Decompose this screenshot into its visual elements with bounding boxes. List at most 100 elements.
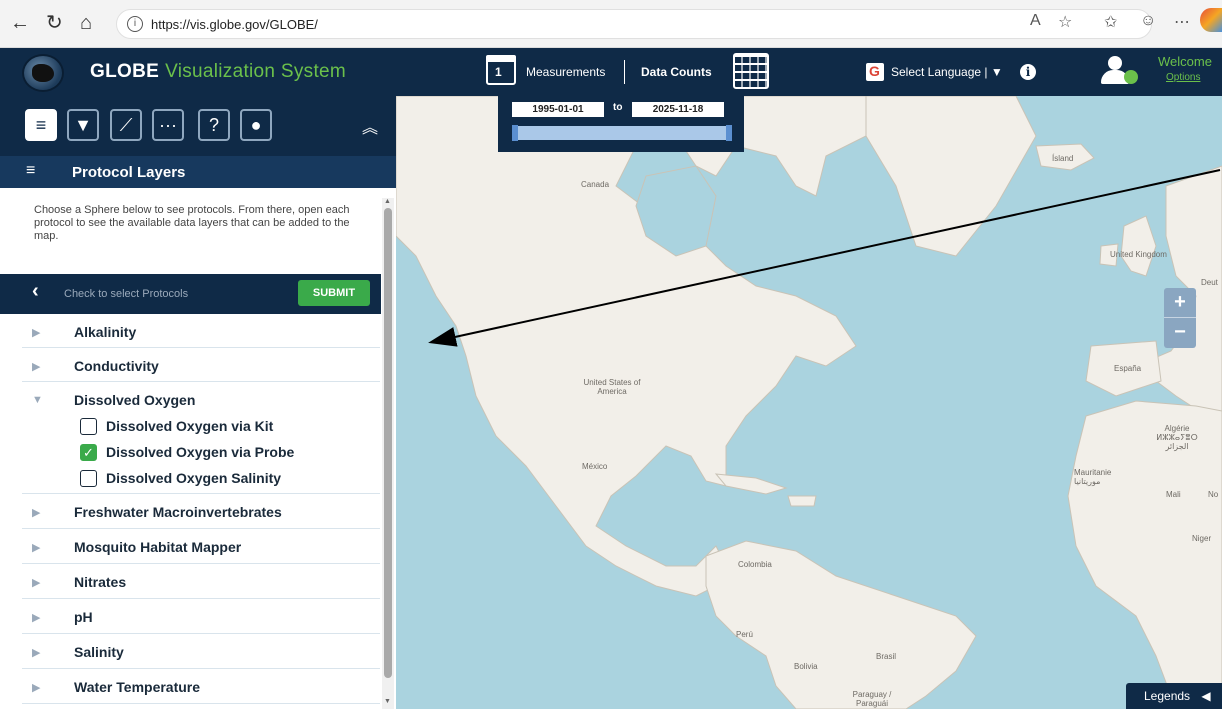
protocol-row-ph[interactable]: ▶ pH [22, 599, 380, 634]
sidebar-toolbar: ≡ ▼ ⟋ ··· ? ● ︽ [0, 96, 396, 156]
scroll-thumb[interactable] [384, 208, 392, 678]
basemap [396, 96, 1222, 709]
checkbox-probe-checked[interactable]: ✓ [80, 444, 97, 461]
protocol-row-alkalinity[interactable]: ▶ Alkalinity [22, 314, 380, 348]
data-counts-link[interactable]: Data Counts [641, 65, 712, 79]
date-to-label: to [613, 102, 623, 113]
measurements-link[interactable]: Measurements [526, 65, 605, 79]
submit-button[interactable]: SUBMIT [298, 280, 370, 306]
map-label-algerie: Algérie ⵍⵣⵣⴰⵢⴻⵔ الجزائر [1156, 424, 1198, 451]
map-label-colombia: Colombia [738, 560, 772, 569]
calendar-icon[interactable]: 1 [486, 55, 516, 85]
date-from-field[interactable]: 1995-01-01 [512, 102, 604, 117]
intro-text: Choose a Sphere below to see protocols. … [34, 204, 350, 242]
checkbox-salinity[interactable] [80, 470, 97, 487]
more-icon[interactable]: ⋯ [1174, 12, 1190, 32]
map-label-deut: Deut [1201, 278, 1218, 287]
checkbox-kit[interactable] [80, 418, 97, 435]
legends-label: Legends [1144, 689, 1191, 703]
user-settings-icon[interactable]: ● [240, 109, 272, 141]
home-icon[interactable]: ⌂ [80, 11, 92, 35]
map-label-niger: Niger [1192, 534, 1212, 543]
zoom-in-button[interactable]: + [1164, 288, 1196, 318]
options-link[interactable]: Options [1166, 72, 1200, 83]
header-divider [624, 60, 625, 84]
site-info-icon[interactable]: i [127, 16, 143, 32]
collapse-icon[interactable]: ︽ [362, 114, 378, 138]
scroll-up-icon[interactable]: ▲ [384, 198, 391, 205]
expand-arrow-icon[interactable]: ▶ [32, 646, 40, 659]
protocol-hint: Check to select Protocols [64, 288, 189, 300]
back-chevron-icon[interactable]: ‹ [32, 280, 39, 303]
land-hispaniola [787, 495, 817, 507]
sidebar-scrollbar[interactable]: ▲ ▼ [382, 198, 394, 709]
expand-arrow-icon[interactable]: ▶ [32, 506, 40, 519]
map-view[interactable]: Canada Ísland United Kingdom Deut United… [396, 96, 1222, 709]
map-label-uk: United Kingdom [1110, 250, 1167, 259]
sub-protocol-label: Dissolved Oxygen via Probe [106, 444, 295, 460]
scroll-down-icon[interactable]: ▼ [384, 698, 391, 705]
protocol-row-nitrates[interactable]: ▶ Nitrates [22, 564, 380, 599]
land-greenland [865, 96, 1037, 257]
layers-icon[interactable]: ≡ [25, 109, 57, 141]
expand-arrow-icon[interactable]: ▶ [32, 681, 40, 694]
expand-arrow-icon[interactable]: ▶ [32, 576, 40, 589]
read-aloud-icon[interactable]: A [1030, 12, 1041, 30]
date-to-field[interactable]: 2025-11-18 [632, 102, 724, 117]
protocol-row-freshwater-macroinvertebrates[interactable]: ▶ Freshwater Macroinvertebrates [22, 494, 380, 529]
user-icon[interactable] [1098, 56, 1138, 88]
sub-protocol-label: Dissolved Oxygen Salinity [106, 470, 282, 486]
more-tools-icon[interactable]: ··· [152, 109, 184, 141]
language-select[interactable]: Select Language | ▼ [891, 65, 1003, 79]
chart-icon[interactable]: ⟋ [110, 109, 142, 141]
brand-subtitle: Visualization System [165, 61, 347, 82]
welcome-text: Welcome [1158, 54, 1212, 69]
protocol-select-bar: ‹ Check to select Protocols SUBMIT [0, 274, 381, 314]
profile-icon[interactable]: ☺ [1140, 12, 1156, 30]
expand-arrow-icon[interactable]: ▶ [32, 541, 40, 554]
map-label-mali: Mali [1166, 490, 1181, 499]
map-label-island: Ísland [1052, 154, 1074, 163]
legends-button[interactable]: Legends ◀ [1126, 683, 1222, 709]
edge-copilot-icon[interactable] [1200, 8, 1222, 32]
expand-arrow-icon[interactable]: ▶ [32, 611, 40, 624]
caret-left-icon: ◀ [1201, 689, 1211, 703]
collapse-arrow-icon[interactable]: ▼ [32, 394, 43, 406]
protocol-label: pH [74, 609, 93, 625]
app-header: GLOBE Visualization System 1 Measurements… [0, 48, 1222, 96]
map-label-peru: Perú [736, 630, 753, 639]
land-africa [1067, 400, 1222, 709]
favorites-bar-icon[interactable]: ✩ [1104, 12, 1117, 32]
help-icon[interactable]: ? [198, 109, 230, 141]
protocol-label: Conductivity [74, 358, 159, 374]
slider-start-handle[interactable] [512, 125, 518, 141]
protocol-row-conductivity[interactable]: ▶ Conductivity [22, 348, 380, 382]
google-translate-icon[interactable] [866, 63, 884, 81]
map-label-usa: United States of America [583, 378, 641, 396]
filter-icon[interactable]: ▼ [67, 109, 99, 141]
protocol-row-water-temperature[interactable]: ▶ Water Temperature [22, 669, 380, 704]
map-label-espana: España [1114, 364, 1142, 373]
back-icon[interactable]: ← [10, 11, 30, 35]
protocol-label: Alkalinity [74, 324, 137, 340]
zoom-out-button[interactable]: − [1164, 318, 1196, 348]
protocol-row-salinity[interactable]: ▶ Salinity [22, 634, 380, 669]
expand-arrow-icon[interactable]: ▶ [32, 360, 40, 373]
calendar-day: 1 [495, 65, 502, 79]
brand-name: GLOBE [90, 61, 160, 82]
map-label-mexico: México [582, 462, 608, 471]
expand-arrow-icon[interactable]: ▶ [32, 326, 40, 339]
date-range-panel: 1995-01-01 to 2025-11-18 [498, 96, 744, 152]
refresh-icon[interactable]: ↻ [46, 11, 63, 35]
map-label-canada: Canada [581, 180, 610, 189]
slider-end-handle[interactable] [726, 125, 732, 141]
browser-toolbar: ← ↻ ⌂ i https://vis.globe.gov/GLOBE/ A ☆… [0, 0, 1222, 48]
date-range-slider[interactable] [512, 125, 732, 141]
address-bar[interactable]: i https://vis.globe.gov/GLOBE/ [116, 9, 1152, 39]
protocol-row-mosquito-habitat-mapper[interactable]: ▶ Mosquito Habitat Mapper [22, 529, 380, 564]
map-label-brasil: Brasil [876, 652, 897, 661]
favorite-icon[interactable]: ☆ [1058, 12, 1072, 32]
data-counts-icon[interactable] [733, 53, 769, 89]
protocol-label: Freshwater Macroinvertebrates [74, 504, 282, 520]
info-icon[interactable]: i [1020, 64, 1036, 80]
